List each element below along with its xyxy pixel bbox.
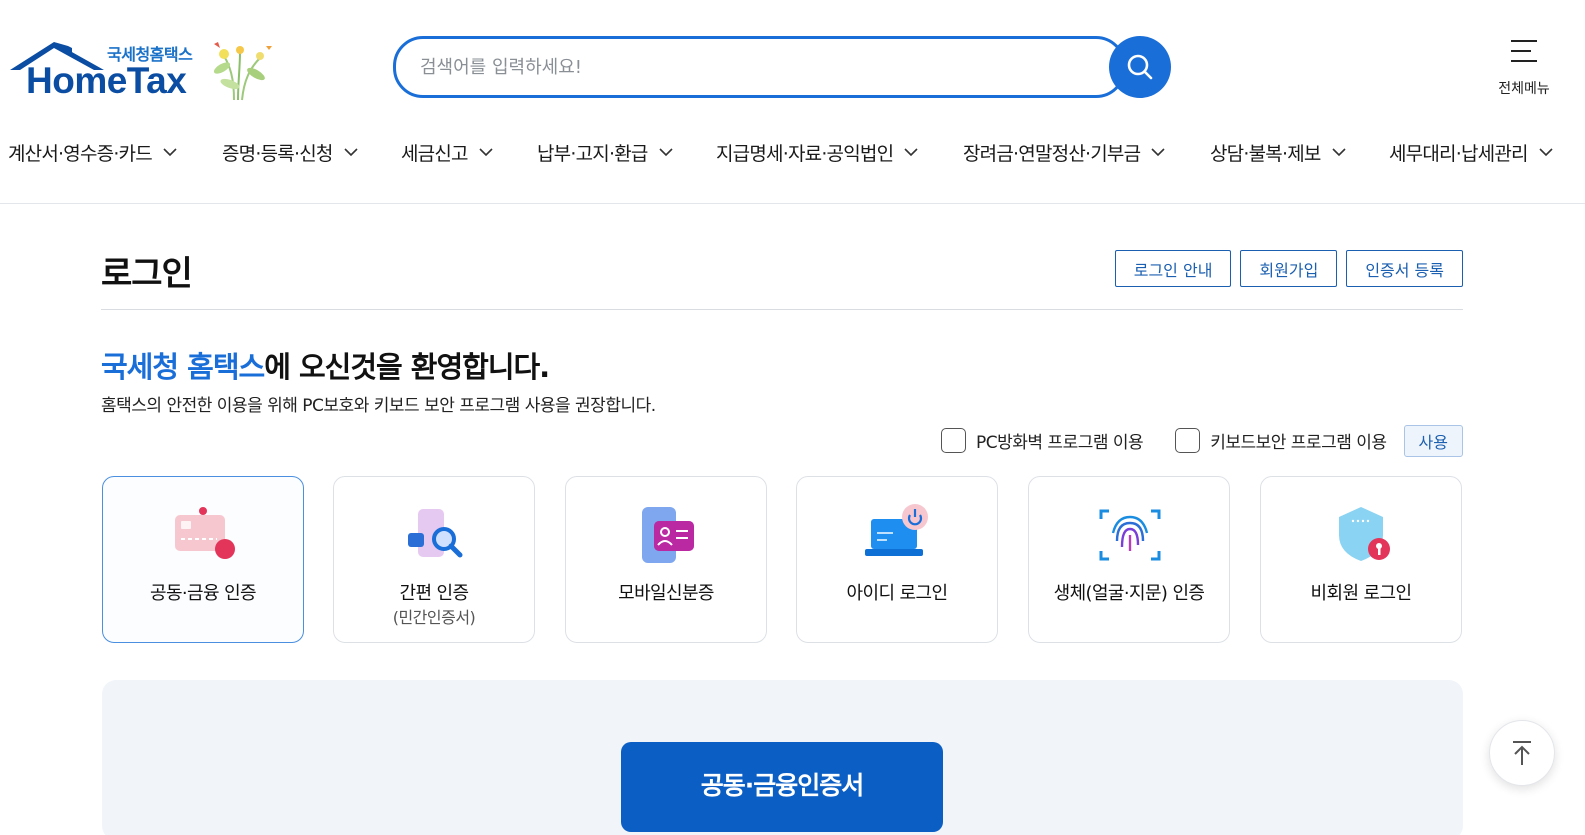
chevron-down-icon: [343, 148, 358, 157]
arrow-up-icon: [1513, 741, 1531, 765]
chevron-down-icon: [479, 148, 493, 157]
welcome-rest: 에 오신것을 환영합니다.: [264, 350, 550, 384]
security-notice: 홈택스의 안전한 이용을 위해 PC보호와 키보드 보안 프로그램 사용을 권장…: [101, 396, 656, 416]
nav-item-statements[interactable]: 지급명세·자료·공익법인: [716, 134, 919, 170]
search-button[interactable]: [1109, 36, 1171, 98]
nav-label: 계산서·영수증·카드: [8, 142, 153, 165]
scroll-top-button[interactable]: [1489, 720, 1555, 786]
login-method-label: 생체(얼굴·지문) 인증: [1053, 583, 1205, 604]
login-method-guest[interactable]: 비회원 로그인: [1260, 476, 1462, 643]
certificate-login-button[interactable]: 공동·금융인증서: [621, 742, 943, 832]
nav-item-tax-filing[interactable]: 세금신고: [401, 134, 494, 170]
register-certificate-button[interactable]: 인증서 등록: [1346, 250, 1463, 287]
login-method-label: 비회원 로그인: [1310, 583, 1412, 604]
keyboard-option[interactable]: 키보드보안 프로그램 이용: [1175, 428, 1387, 453]
firewall-option[interactable]: PC방화벽 프로그램 이용: [940, 428, 1144, 453]
laptop-power-icon: [865, 504, 928, 556]
title-actions: 로그인 안내 회원가입 인증서 등록: [1114, 250, 1463, 287]
firewall-checkbox[interactable]: [940, 428, 966, 453]
nav-label: 증명·등록·신청: [222, 142, 333, 165]
hometax-logo[interactable]: 국세청홈택스 HomeTax: [8, 34, 278, 104]
nav-item-tax-agent[interactable]: 세무대리·납세관리: [1389, 134, 1554, 170]
keyboard-checkbox[interactable]: [1175, 428, 1201, 453]
welcome-heading: 국세청 홈택스에 오신것을 환영합니다.: [101, 344, 550, 386]
search-icon: [1127, 54, 1153, 80]
title-divider: [101, 309, 1463, 310]
mobile-id-icon: [642, 507, 694, 563]
welcome-highlight: 국세청 홈택스: [101, 350, 265, 384]
nav-label: 납부·고지·환급: [537, 142, 648, 165]
signup-button[interactable]: 회원가입: [1240, 250, 1338, 287]
login-method-certificate[interactable]: 공동·금융 인증: [102, 476, 304, 643]
keyboard-label: 키보드보안 프로그램 이용: [1210, 433, 1387, 453]
search-input[interactable]: [420, 53, 1100, 81]
login-method-biometric[interactable]: 생체(얼굴·지문) 인증: [1028, 476, 1230, 643]
login-method-simple[interactable]: 간편 인증 (민간인증서): [333, 476, 535, 643]
login-method-id[interactable]: 아이디 로그인: [796, 476, 998, 643]
chevron-down-icon: [1331, 148, 1346, 157]
main-nav: 계산서·영수증·카드 증명·등록·신청 세금신고 납부·고지·환급 지급명세·자…: [0, 134, 1585, 170]
nav-label: 상담·불복·제보: [1210, 142, 1321, 165]
search-box: [393, 36, 1126, 98]
login-method-label: 간편 인증: [399, 583, 470, 604]
site-header: 국세청홈택스 HomeTax 전체메뉴: [0, 0, 1585, 204]
nav-item-payment[interactable]: 납부·고지·환급: [537, 134, 674, 170]
fingerprint-icon: [1099, 509, 1161, 561]
chevron-down-icon: [163, 148, 177, 157]
flower-decoration-icon: [213, 42, 272, 101]
page-title: 로그인: [101, 254, 193, 294]
chevron-down-icon: [1151, 148, 1165, 157]
nav-label: 세금신고: [401, 142, 469, 165]
certificate-card-icon: [175, 507, 235, 559]
nav-item-consulting[interactable]: 상담·불복·제보: [1210, 134, 1347, 170]
all-menu-label: 전체메뉴: [1498, 81, 1550, 97]
phone-search-icon: [408, 509, 463, 558]
security-options: PC방화벽 프로그램 이용 키보드보안 프로그램 이용 사용: [940, 424, 1463, 457]
nav-item-certificates[interactable]: 증명·등록·신청: [222, 134, 359, 170]
nav-label: 장려금·연말정산·기부금: [963, 142, 1141, 165]
use-button[interactable]: 사용: [1403, 424, 1463, 457]
firewall-label: PC방화벽 프로그램 이용: [975, 433, 1144, 453]
login-method-label: 모바일신분증: [618, 583, 714, 604]
chevron-down-icon: [904, 148, 918, 157]
login-method-list: 공동·금융 인증 간편 인증 (민간인증서) 모바일신분증 아이디 로그인 생체…: [102, 476, 1463, 643]
login-method-label: 아이디 로그인: [846, 583, 948, 604]
shield-lock-icon: [1339, 507, 1390, 561]
chevron-down-icon: [658, 148, 673, 157]
nav-label: 세무대리·납세관리: [1389, 142, 1528, 165]
hamburger-icon: [1511, 40, 1537, 62]
chevron-down-icon: [1539, 148, 1553, 157]
nav-item-incentives[interactable]: 장려금·연말정산·기부금: [963, 134, 1166, 170]
logo-wordmark: HomeTax: [26, 60, 187, 101]
login-method-sublabel: (민간인증서): [392, 608, 476, 627]
login-method-mobile-id[interactable]: 모바일신분증: [565, 476, 767, 643]
login-method-label: 공동·금융 인증: [149, 583, 257, 604]
nav-label: 지급명세·자료·공익법인: [716, 142, 894, 165]
all-menu-button[interactable]: 전체메뉴: [1490, 36, 1558, 100]
nav-item-invoices[interactable]: 계산서·영수증·카드: [8, 134, 178, 170]
login-guide-button[interactable]: 로그인 안내: [1114, 250, 1232, 287]
